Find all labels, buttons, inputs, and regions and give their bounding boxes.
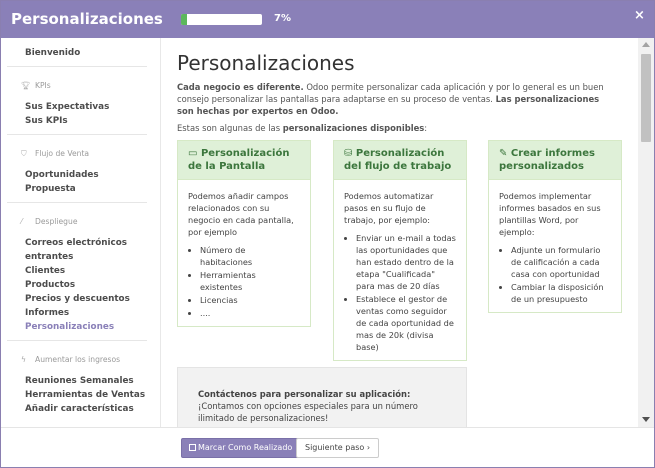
main-content: Personalizaciones Cada negocio es difere… (162, 38, 638, 427)
trophy-icon: 🏆︎ (21, 81, 31, 90)
intro-paragraph: Cada negocio es diferente. Odoo permite … (177, 82, 604, 116)
available-customizations-text: Estas son algunas de las personalizacion… (177, 123, 428, 133)
sidebar-divider (7, 340, 147, 341)
sidebar-item-incoming-emails[interactable]: Correos electrónicos (25, 238, 127, 248)
checkbox-icon (189, 444, 196, 451)
modal-header: Personalizaciones 7% × (1, 1, 654, 38)
sidebar-item-add-features[interactable]: Añadir características (25, 404, 134, 414)
sidebar-heading-revenue: ϟ Aumentar los ingresos (21, 355, 121, 364)
contact-title: Contáctenos para personalizar su aplicac… (198, 389, 411, 399)
sidebar-item-reports[interactable]: Informes (25, 308, 69, 318)
card-header: ✎ Crear informes personalizados (489, 141, 621, 180)
progress-label: 7% (274, 13, 291, 24)
edit-icon: ✎ (499, 148, 511, 159)
card-bullet-list: Adjunte un formulario de calificación a … (499, 244, 611, 305)
sitemap-icon: ⛁ (344, 148, 356, 159)
card-bullet-list: Enviar un e-mail a todas las oportunidad… (344, 232, 456, 353)
list-item: Número de habitaciones (200, 244, 300, 268)
page-title: Personalizaciones (177, 51, 355, 75)
sidebar-item-sales-tools[interactable]: Herramientas de Ventas (25, 390, 145, 400)
progress-bar (181, 14, 262, 25)
magic-wand-icon: ⁄ (21, 217, 23, 226)
list-item: Herramientas existentes (200, 269, 300, 293)
sidebar-heading-deployment: ⁄ Despliegue (21, 217, 78, 226)
sidebar-divider (7, 134, 147, 135)
sidebar-item-incoming-emails-cont[interactable]: entrantes (25, 252, 73, 262)
progress-fill (181, 14, 187, 25)
sidebar-item-proposal[interactable]: Propuesta (25, 184, 76, 194)
tag-icon: ⛉ (21, 149, 27, 158)
card-body: Podemos añadir campos relacionados con s… (178, 180, 310, 326)
sidebar-heading-kpis: 🏆︎ KPIs (21, 81, 51, 90)
sidebar-item-weekly-meetings[interactable]: Reuniones Semanales (25, 376, 134, 386)
sidebar-item-opportunities[interactable]: Oportunidades (25, 170, 99, 180)
card-custom-reports: ✎ Crear informes personalizados Podemos … (488, 140, 622, 313)
card-body: Podemos implementar informes basados en … (489, 180, 621, 312)
chevron-right-icon: › (366, 443, 371, 452)
sidebar-item-welcome[interactable]: Bienvenido (25, 48, 80, 58)
card-bullet-list: Número de habitaciones Herramientas exis… (188, 244, 300, 319)
sidebar-divider (7, 202, 147, 203)
list-item: Licencias (200, 294, 300, 306)
list-item: Cambiar la disposición de un presupuesto (511, 281, 611, 305)
card-workflow-customization: ⛁ Personalización del flujo de trabajo P… (333, 140, 467, 361)
contact-box: Contáctenos para personalizar su aplicac… (177, 367, 467, 427)
list-item: Adjunte un formulario de calificación a … (511, 244, 611, 280)
card-header: ▭ Personalización de la Pantalla (178, 141, 310, 180)
bolt-icon: ϟ (21, 355, 27, 364)
modal-title: Personalizaciones (11, 10, 163, 28)
sidebar-divider (7, 66, 147, 67)
next-step-button[interactable]: Siguiente paso › (296, 438, 380, 458)
sidebar: Bienvenido 🏆︎ KPIs Sus Expectativas Sus K… (1, 38, 161, 427)
sidebar-item-kpis[interactable]: Sus KPIs (25, 116, 68, 126)
scrollbar-thumb[interactable] (641, 54, 651, 142)
modal-footer: Marcar Como Realizado Siguiente paso › (1, 427, 654, 467)
desktop-icon: ▭ (188, 148, 201, 159)
scroll-down-arrow-icon[interactable] (642, 417, 650, 422)
sidebar-item-pricing[interactable]: Precios y descuentos (25, 294, 130, 304)
vertical-scrollbar[interactable] (638, 38, 654, 427)
sidebar-item-products[interactable]: Productos (25, 280, 75, 290)
card-body: Podemos automatizar pasos en su flujo de… (334, 180, 466, 360)
mark-as-done-button[interactable]: Marcar Como Realizado (181, 438, 301, 458)
sidebar-item-customers[interactable]: Clientes (25, 266, 65, 276)
sidebar-heading-sales-flow: ⛉ Flujo de Venta (21, 149, 90, 158)
list-item: Establece el gestor de ventas como segui… (356, 293, 456, 353)
scroll-up-arrow-icon[interactable] (642, 42, 650, 47)
modal-window: Personalizaciones 7% × Bienvenido 🏆︎ KPIs… (0, 0, 655, 468)
card-screen-customization: ▭ Personalización de la Pantalla Podemos… (177, 140, 311, 327)
list-item: .... (200, 307, 300, 319)
contact-text: ¡Contamos con opciones especiales para u… (198, 401, 418, 423)
close-icon[interactable]: × (634, 8, 645, 23)
sidebar-item-customizations[interactable]: Personalizaciones (25, 322, 114, 332)
list-item: Enviar un e-mail a todas las oportunidad… (356, 232, 456, 292)
card-header: ⛁ Personalización del flujo de trabajo (334, 141, 466, 180)
sidebar-item-expectations[interactable]: Sus Expectativas (25, 102, 109, 112)
